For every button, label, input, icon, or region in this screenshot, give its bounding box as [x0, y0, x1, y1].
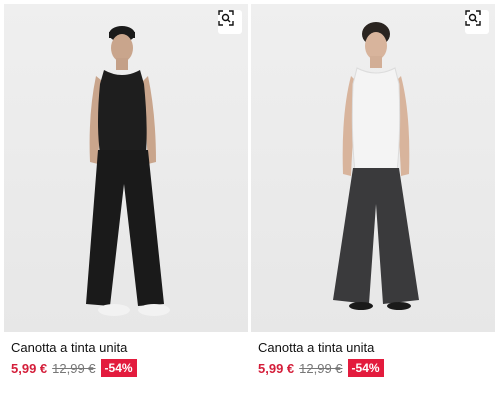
discount-badge: -54% — [347, 359, 384, 377]
sale-price: 5,99 € — [258, 360, 295, 376]
model-photo — [86, 26, 170, 316]
product-card[interactable]: Canotta a tinta unita 5,99 € 12,99 € -54… — [4, 0, 248, 400]
visual-search-icon — [465, 10, 481, 26]
original-price: 12,99 € — [52, 360, 96, 376]
product-name[interactable]: Canotta a tinta unita — [11, 340, 127, 355]
price-row: 5,99 € 12,99 € -54% — [258, 359, 384, 377]
product-name[interactable]: Canotta a tinta unita — [258, 340, 374, 355]
visual-search-button[interactable] — [218, 10, 242, 34]
visual-search-button[interactable] — [465, 10, 489, 34]
product-image[interactable] — [251, 4, 495, 332]
visual-search-icon — [218, 10, 234, 26]
sale-price: 5,99 € — [11, 360, 48, 376]
product-card[interactable]: Canotta a tinta unita 5,99 € 12,99 € -54… — [251, 0, 495, 400]
discount-badge: -54% — [100, 359, 137, 377]
model-photo — [333, 22, 419, 310]
original-price: 12,99 € — [299, 360, 343, 376]
product-image[interactable] — [4, 4, 248, 332]
price-row: 5,99 € 12,99 € -54% — [11, 359, 137, 377]
